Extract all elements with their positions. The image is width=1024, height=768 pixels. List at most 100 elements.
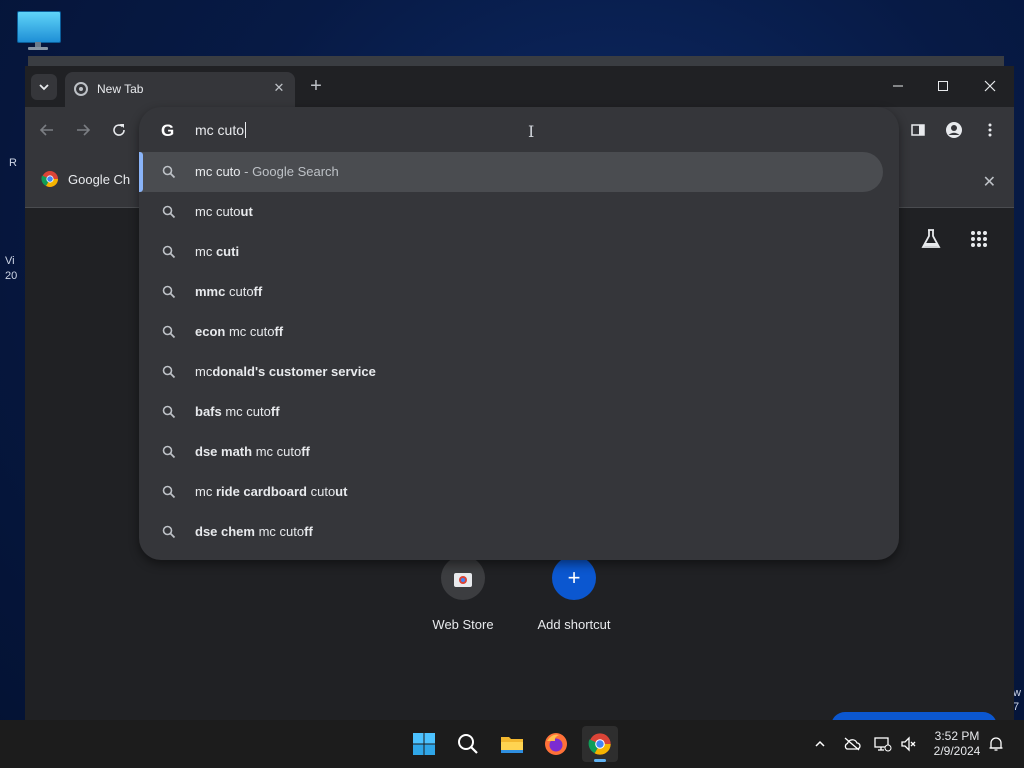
- search-icon: [162, 285, 176, 299]
- google-apps-button[interactable]: [966, 226, 992, 252]
- ibeam-cursor-icon: I: [528, 122, 535, 141]
- suggestion-item[interactable]: mc ride cardboard cutout: [139, 472, 883, 512]
- web-store-icon: [441, 556, 485, 600]
- suggestion-segment: mmc: [195, 284, 226, 299]
- minimize-icon: [893, 85, 903, 87]
- menu-button[interactable]: [979, 119, 1001, 141]
- chevron-down-icon: [39, 84, 49, 91]
- suggestion-segment: ff: [253, 284, 263, 299]
- suggestion-segment: ut: [240, 204, 253, 219]
- suggestion-item[interactable]: bafs mc cutoff: [139, 392, 883, 432]
- suggestion-text: mcdonald's customer service: [195, 364, 376, 379]
- plus-icon: +: [552, 556, 596, 600]
- search-icon: [162, 205, 176, 219]
- suggestion-segment: dse chem: [195, 524, 255, 539]
- this-pc-desktop-icon[interactable]: [17, 11, 61, 51]
- maximize-button[interactable]: [925, 74, 961, 98]
- suggestion-segment: mc cuto: [254, 524, 305, 539]
- info-bar-item[interactable]: Google Ch: [41, 170, 130, 188]
- desktop-icon-label-fragment: w: [1013, 687, 1021, 699]
- search-icon: [458, 734, 478, 754]
- suggestion-segment: mc cuto: [225, 324, 275, 339]
- suggestion-item[interactable]: dse math mc cutoff: [139, 432, 883, 472]
- suggestion-text: mc cuti: [195, 244, 239, 259]
- search-icon: [162, 325, 176, 339]
- network-button[interactable]: [873, 734, 893, 754]
- suggestion-item[interactable]: mcdonald's customer service: [139, 352, 883, 392]
- desktop-icon-label-fragment: Vi: [5, 255, 15, 267]
- tab-search-button[interactable]: [31, 74, 57, 100]
- clock-date: 2/9/2024: [933, 744, 981, 758]
- omnibox-input[interactable]: mc cuto: [195, 122, 247, 138]
- minimize-button[interactable]: [880, 74, 916, 98]
- firefox-button[interactable]: [538, 726, 574, 762]
- arrow-left-icon: [39, 124, 53, 136]
- profile-icon: [946, 122, 962, 138]
- search-icon: [162, 365, 176, 379]
- search-icon: [162, 445, 176, 459]
- search-icon: [162, 405, 176, 419]
- notifications-button[interactable]: [986, 734, 1006, 754]
- reload-button[interactable]: [108, 119, 130, 141]
- desktop-icon-label-fragment: R: [9, 157, 17, 169]
- suggestion-item[interactable]: mc cuto - Google Search: [139, 152, 883, 192]
- suggestion-segment: mc: [195, 484, 216, 499]
- suggestion-item[interactable]: dse chem mc cutoff: [139, 512, 883, 552]
- onedrive-button[interactable]: [842, 734, 862, 754]
- chrome-favicon-icon: [74, 82, 88, 96]
- start-button[interactable]: [406, 726, 442, 762]
- suggestion-segment: mc: [195, 244, 216, 259]
- add-shortcut-button[interactable]: + Add shortcut: [524, 556, 624, 632]
- search-icon: [162, 525, 176, 539]
- suggestion-segment: mc cuto: [221, 404, 271, 419]
- suggestion-text: dse math mc cutoff: [195, 444, 310, 459]
- suggestion-item[interactable]: mc cutout: [139, 192, 883, 232]
- flask-icon: [921, 229, 941, 248]
- show-hidden-icons-button[interactable]: [810, 734, 830, 754]
- suggestion-segment: dse math: [195, 444, 253, 459]
- forward-button[interactable]: [72, 119, 94, 141]
- close-info-bar-icon[interactable]: ✕: [983, 172, 996, 192]
- suggestion-segment: cuti: [215, 244, 240, 259]
- clock-time: 3:52 PM: [934, 729, 980, 743]
- suggestion-segment: bafs: [195, 404, 222, 419]
- omnibox-dropdown: G mc cuto I mc cuto - Google Search mc cu…: [139, 107, 899, 560]
- chrome-logo-icon: [41, 171, 58, 187]
- taskbar-clock[interactable]: 3:52 PM 2/9/2024: [930, 729, 984, 759]
- suggestion-segment: econ: [195, 324, 226, 339]
- search-icon: [162, 245, 176, 259]
- side-panel-button[interactable]: [907, 119, 929, 141]
- profile-button[interactable]: [943, 119, 965, 141]
- suggestion-item[interactable]: mmc cutoff: [139, 272, 883, 312]
- bell-icon: [989, 737, 1003, 751]
- search-icon: [162, 165, 176, 179]
- taskbar: 3:52 PM 2/9/2024: [0, 720, 1024, 768]
- suggestion-segment: mc: [195, 364, 213, 379]
- close-window-button[interactable]: [972, 74, 1008, 98]
- close-icon: [984, 80, 996, 92]
- shortcut-web-store[interactable]: Web Store: [413, 556, 513, 632]
- volume-button[interactable]: [899, 734, 919, 754]
- apps-grid-icon: [971, 231, 987, 247]
- back-button[interactable]: [36, 119, 58, 141]
- suggestion-text: bafs mc cutoff: [195, 404, 280, 419]
- search-icon: [162, 485, 176, 499]
- suggestion-text: mmc cutoff: [195, 284, 262, 299]
- suggestion-segment: cuto: [306, 484, 336, 499]
- chrome-taskbar-button[interactable]: [582, 726, 618, 762]
- arrow-right-icon: [77, 124, 91, 136]
- suggestion-segment: ut: [335, 484, 348, 499]
- chrome-labs-button[interactable]: [918, 226, 944, 252]
- firefox-icon: [545, 733, 567, 755]
- suggestion-item[interactable]: mc cuti: [139, 232, 883, 272]
- new-tab-button[interactable]: +: [306, 76, 326, 97]
- close-tab-icon[interactable]: ✕: [271, 80, 287, 96]
- tab-new-tab[interactable]: New Tab ✕: [65, 72, 295, 107]
- suggestion-item[interactable]: econ mc cutoff: [139, 312, 883, 352]
- google-g-icon: G: [161, 121, 175, 140]
- chrome-icon: [588, 733, 611, 755]
- file-explorer-button[interactable]: [494, 726, 530, 762]
- suggestion-text: dse chem mc cutoff: [195, 524, 313, 539]
- taskbar-search-button[interactable]: [450, 726, 486, 762]
- chevron-up-icon: [815, 740, 825, 747]
